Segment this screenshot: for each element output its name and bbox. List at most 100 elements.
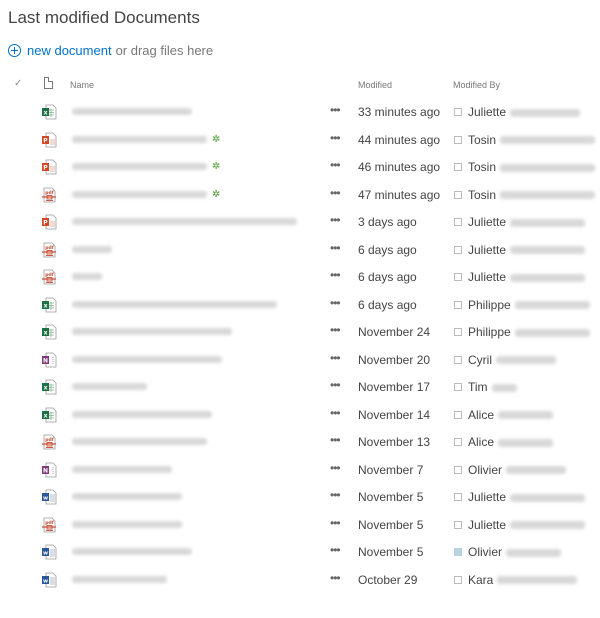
more-options-button[interactable]: ••• bbox=[330, 158, 341, 172]
more-options-button[interactable]: ••• bbox=[330, 488, 341, 502]
presence-indicator-icon bbox=[454, 493, 462, 501]
modified-by-link[interactable]: Juliette bbox=[468, 243, 586, 257]
pdf-file-icon: pdf bbox=[41, 242, 57, 258]
document-row[interactable]: x ••• November 17 Tim bbox=[0, 373, 600, 401]
modified-by-link[interactable]: Alice bbox=[468, 408, 554, 422]
document-name-link[interactable] bbox=[72, 438, 207, 445]
modified-by-link[interactable]: Philippe bbox=[468, 298, 590, 312]
document-name-link[interactable] bbox=[72, 108, 192, 115]
more-options-button[interactable]: ••• bbox=[330, 103, 341, 117]
modified-by-link[interactable]: Philippe bbox=[468, 325, 590, 339]
modified-date: November 13 bbox=[358, 435, 431, 449]
document-name-link[interactable] bbox=[72, 300, 277, 308]
document-row[interactable]: pdf ••• 6 days ago Juliette bbox=[0, 263, 600, 291]
document-row[interactable]: w ••• October 29 Kara bbox=[0, 566, 600, 594]
column-header-name[interactable]: Name bbox=[70, 80, 94, 90]
document-name-link[interactable] bbox=[72, 135, 207, 143]
pdf-file-icon: pdf bbox=[41, 269, 57, 285]
svg-text:w: w bbox=[43, 496, 48, 502]
document-row[interactable]: pdf ••• 6 days ago Juliette bbox=[0, 236, 600, 264]
more-options-button[interactable]: ••• bbox=[330, 241, 341, 255]
document-row[interactable]: P ••• 3 days ago Juliette bbox=[0, 208, 600, 236]
document-name-link[interactable] bbox=[72, 245, 112, 253]
more-options-button[interactable]: ••• bbox=[330, 461, 341, 475]
modified-by-link[interactable]: Juliette bbox=[468, 215, 586, 229]
document-row[interactable]: w ••• November 5 Juliette bbox=[0, 483, 600, 511]
new-item-icon: ✲ bbox=[212, 188, 221, 200]
document-name-link[interactable] bbox=[72, 493, 182, 500]
modified-date: 47 minutes ago bbox=[358, 187, 441, 202]
document-name-link[interactable] bbox=[72, 548, 192, 555]
document-row[interactable]: w ••• November 5 Olivier bbox=[0, 538, 600, 566]
document-row[interactable]: pdf ••• November 13 Alice bbox=[0, 428, 600, 456]
modified-by-link[interactable]: Juliette bbox=[468, 270, 586, 284]
more-options-button[interactable]: ••• bbox=[330, 186, 341, 200]
modified-by-link[interactable]: Tosin bbox=[468, 188, 596, 202]
more-options-button[interactable]: ••• bbox=[330, 571, 341, 585]
more-options-button[interactable]: ••• bbox=[330, 268, 341, 282]
modified-by-name: Philippe bbox=[468, 325, 511, 339]
modified-by-link[interactable]: Juliette bbox=[468, 105, 581, 119]
document-name-link[interactable] bbox=[72, 520, 182, 528]
more-options-button[interactable]: ••• bbox=[330, 213, 341, 227]
document-name-link[interactable] bbox=[72, 410, 212, 418]
document-name-link[interactable] bbox=[72, 218, 297, 225]
document-row[interactable]: pdf ••• November 5 Juliette bbox=[0, 511, 600, 539]
svg-text:P: P bbox=[43, 137, 48, 144]
more-options-button[interactable]: ••• bbox=[330, 323, 341, 337]
document-name-link[interactable] bbox=[72, 383, 147, 390]
pdf-file-icon: pdf bbox=[41, 434, 57, 450]
more-options-button[interactable]: ••• bbox=[330, 406, 341, 420]
more-options-button[interactable]: ••• bbox=[330, 433, 341, 447]
modified-by-link[interactable]: Alice bbox=[468, 435, 554, 449]
page-title: Last modified Documents bbox=[8, 8, 200, 27]
modified-by-link[interactable]: Tosin bbox=[468, 160, 596, 174]
redacted-surname bbox=[510, 108, 581, 117]
column-header-modified[interactable]: Modified bbox=[358, 80, 392, 90]
new-document-link[interactable]: new document bbox=[27, 43, 112, 58]
document-row[interactable]: N ••• November 7 Olivier bbox=[0, 456, 600, 484]
document-list: x ••• 33 minutes ago Juliette P ✲ ••• 44… bbox=[0, 98, 600, 593]
more-options-button[interactable]: ••• bbox=[330, 351, 341, 365]
document-row[interactable]: x ••• November 24 Philippe bbox=[0, 318, 600, 346]
document-name-link[interactable] bbox=[72, 190, 207, 198]
document-row[interactable]: x ••• November 14 Alice bbox=[0, 401, 600, 429]
add-circle-icon[interactable] bbox=[8, 44, 21, 57]
document-name-link[interactable] bbox=[72, 465, 172, 473]
document-type-icon[interactable] bbox=[44, 77, 53, 89]
document-name-link[interactable] bbox=[72, 163, 207, 170]
document-row[interactable]: x ••• 33 minutes ago Juliette bbox=[0, 98, 600, 126]
document-name-link[interactable] bbox=[72, 273, 102, 280]
document-name-link[interactable] bbox=[72, 355, 222, 363]
select-all-checkmark-icon[interactable]: ✓ bbox=[14, 78, 22, 89]
more-options-button[interactable]: ••• bbox=[330, 543, 341, 557]
modified-by-link[interactable]: Olivier bbox=[468, 545, 562, 559]
more-options-button[interactable]: ••• bbox=[330, 296, 341, 310]
document-row[interactable]: P ✲ ••• 46 minutes ago Tosin bbox=[0, 153, 600, 181]
modified-by-link[interactable]: Kara bbox=[468, 573, 578, 587]
presence-indicator-icon bbox=[454, 438, 462, 446]
document-row[interactable]: N ••• November 20 Cyril bbox=[0, 346, 600, 374]
presence-indicator-icon bbox=[454, 300, 462, 309]
document-row[interactable]: P ✲ ••• 44 minutes ago Tosin bbox=[0, 126, 600, 154]
document-row[interactable]: x ••• 6 days ago Philippe bbox=[0, 291, 600, 319]
modified-by-link[interactable]: Tim bbox=[468, 380, 517, 394]
modified-by-link[interactable]: Olivier bbox=[468, 463, 567, 477]
modified-by-link[interactable]: Juliette bbox=[468, 518, 586, 532]
onenote-file-icon: N bbox=[41, 462, 57, 478]
modified-by-link[interactable]: Tosin bbox=[468, 133, 596, 147]
modified-by-name: Olivier bbox=[468, 545, 503, 559]
modified-by-link[interactable]: Cyril bbox=[468, 353, 556, 367]
document-name-link[interactable] bbox=[72, 328, 232, 335]
modified-by-link[interactable]: Juliette bbox=[468, 490, 586, 504]
drag-files-hint: or drag files here bbox=[115, 43, 214, 58]
more-options-button[interactable]: ••• bbox=[330, 131, 341, 145]
redacted-surname bbox=[514, 328, 590, 337]
column-header-modified-by[interactable]: Modified By bbox=[453, 80, 500, 90]
document-name-link[interactable] bbox=[72, 575, 167, 583]
more-options-button[interactable]: ••• bbox=[330, 516, 341, 530]
more-options-button[interactable]: ••• bbox=[330, 378, 341, 392]
new-item-icon: ✲ bbox=[212, 133, 221, 145]
presence-indicator-icon bbox=[454, 190, 462, 199]
document-row[interactable]: pdf ✲ ••• 47 minutes ago Tosin bbox=[0, 181, 600, 209]
